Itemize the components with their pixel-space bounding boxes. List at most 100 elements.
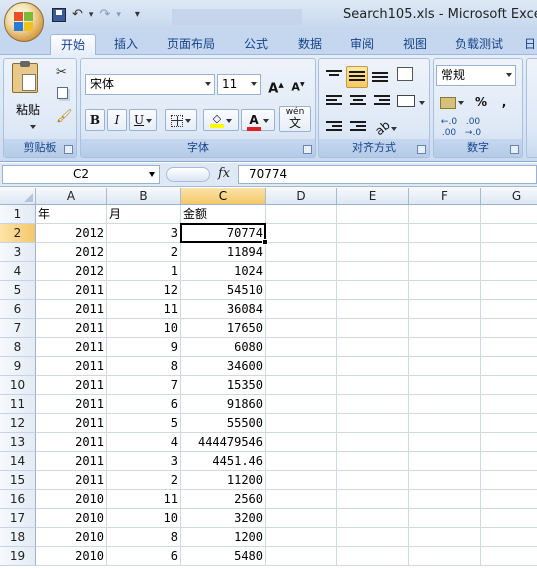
cell-g13[interactable] bbox=[481, 433, 537, 452]
alignment-launcher-icon[interactable] bbox=[417, 145, 426, 154]
cell-f9[interactable] bbox=[409, 357, 481, 376]
cell-b6[interactable]: 11 bbox=[107, 300, 181, 319]
cell-c17[interactable]: 3200 bbox=[181, 509, 266, 528]
cell-e15[interactable] bbox=[337, 471, 409, 490]
tab-more[interactable]: 日 bbox=[520, 34, 537, 55]
column-header-d[interactable]: D bbox=[266, 188, 337, 205]
cell-b1[interactable]: 月 bbox=[107, 205, 181, 224]
row-header[interactable]: 16 bbox=[0, 490, 36, 509]
clipboard-launcher-icon[interactable] bbox=[64, 145, 73, 154]
cell-a2[interactable]: 2012 bbox=[36, 224, 107, 243]
font-color-button[interactable]: A bbox=[241, 109, 275, 131]
cell-a13[interactable]: 2011 bbox=[36, 433, 107, 452]
cell-b14[interactable]: 3 bbox=[107, 452, 181, 471]
cell-c1[interactable]: 金额 bbox=[181, 205, 266, 224]
redo-dropdown-icon[interactable]: ▾ bbox=[116, 7, 121, 23]
paste-label[interactable]: 粘贴 bbox=[16, 101, 40, 118]
tab-view[interactable]: 视图 bbox=[393, 34, 437, 55]
cell-c4[interactable]: 1024 bbox=[181, 262, 266, 281]
cell-a18[interactable]: 2010 bbox=[36, 528, 107, 547]
comma-style-button[interactable]: , bbox=[494, 91, 514, 113]
row-header[interactable]: 3 bbox=[0, 243, 36, 262]
customize-qat-button[interactable]: ▾ bbox=[135, 7, 140, 23]
cell-b3[interactable]: 2 bbox=[107, 243, 181, 262]
cell-b15[interactable]: 2 bbox=[107, 471, 181, 490]
row-header[interactable]: 19 bbox=[0, 547, 36, 566]
cell-g11[interactable] bbox=[481, 395, 537, 414]
cell-a16[interactable]: 2010 bbox=[36, 490, 107, 509]
cell-d10[interactable] bbox=[266, 376, 337, 395]
cell-g6[interactable] bbox=[481, 300, 537, 319]
cell-f12[interactable] bbox=[409, 414, 481, 433]
cell-d5[interactable] bbox=[266, 281, 337, 300]
cell-b2[interactable]: 3 bbox=[107, 224, 181, 243]
cell-f11[interactable] bbox=[409, 395, 481, 414]
cell-e7[interactable] bbox=[337, 319, 409, 338]
cut-icon[interactable]: ✂ bbox=[56, 65, 67, 80]
font-name-combo[interactable]: 宋体 bbox=[85, 74, 215, 95]
font-launcher-icon[interactable] bbox=[303, 145, 312, 154]
cell-a11[interactable]: 2011 bbox=[36, 395, 107, 414]
cell-a3[interactable]: 2012 bbox=[36, 243, 107, 262]
cell-e14[interactable] bbox=[337, 452, 409, 471]
align-top-icon[interactable] bbox=[326, 70, 342, 82]
cell-g18[interactable] bbox=[481, 528, 537, 547]
cell-e11[interactable] bbox=[337, 395, 409, 414]
cell-a5[interactable]: 2011 bbox=[36, 281, 107, 300]
row-header[interactable]: 6 bbox=[0, 300, 36, 319]
tab-review[interactable]: 审阅 bbox=[340, 34, 384, 55]
cell-g15[interactable] bbox=[481, 471, 537, 490]
cell-d7[interactable] bbox=[266, 319, 337, 338]
cell-f18[interactable] bbox=[409, 528, 481, 547]
row-header[interactable]: 15 bbox=[0, 471, 36, 490]
cell-g12[interactable] bbox=[481, 414, 537, 433]
cell-d2[interactable] bbox=[266, 224, 337, 243]
column-header-a[interactable]: A bbox=[36, 188, 107, 205]
tab-page-layout[interactable]: 页面布局 bbox=[158, 34, 224, 55]
cell-b18[interactable]: 8 bbox=[107, 528, 181, 547]
cell-f19[interactable] bbox=[409, 547, 481, 566]
cell-c9[interactable]: 34600 bbox=[181, 357, 266, 376]
align-bottom-icon[interactable] bbox=[372, 72, 388, 84]
cell-c19[interactable]: 5480 bbox=[181, 547, 266, 566]
cell-c7[interactable]: 17650 bbox=[181, 319, 266, 338]
cell-g19[interactable] bbox=[481, 547, 537, 566]
cell-d19[interactable] bbox=[266, 547, 337, 566]
row-header[interactable]: 5 bbox=[0, 281, 36, 300]
align-left-icon[interactable] bbox=[326, 95, 342, 107]
save-icon[interactable] bbox=[52, 8, 66, 22]
name-box[interactable]: C2 bbox=[2, 165, 160, 184]
cell-d1[interactable] bbox=[266, 205, 337, 224]
redo-icon[interactable]: ↷ bbox=[99, 7, 110, 23]
cell-f1[interactable] bbox=[409, 205, 481, 224]
cell-e18[interactable] bbox=[337, 528, 409, 547]
cell-g14[interactable] bbox=[481, 452, 537, 471]
cell-e4[interactable] bbox=[337, 262, 409, 281]
text-direction-button[interactable]: ab bbox=[371, 117, 401, 139]
cell-g4[interactable] bbox=[481, 262, 537, 281]
row-header[interactable]: 1 bbox=[0, 205, 36, 224]
row-header[interactable]: 11 bbox=[0, 395, 36, 414]
column-header-b[interactable]: B bbox=[107, 188, 181, 205]
cell-e13[interactable] bbox=[337, 433, 409, 452]
cell-g8[interactable] bbox=[481, 338, 537, 357]
number-launcher-icon[interactable] bbox=[510, 145, 519, 154]
insert-function-icon[interactable]: fx bbox=[218, 166, 230, 181]
office-button[interactable] bbox=[4, 2, 44, 42]
phonetic-button[interactable]: wén 文 bbox=[279, 106, 311, 132]
row-header[interactable]: 13 bbox=[0, 433, 36, 452]
cell-g3[interactable] bbox=[481, 243, 537, 262]
cell-b7[interactable]: 10 bbox=[107, 319, 181, 338]
cell-e9[interactable] bbox=[337, 357, 409, 376]
cell-f10[interactable] bbox=[409, 376, 481, 395]
cell-f15[interactable] bbox=[409, 471, 481, 490]
italic-button[interactable]: I bbox=[107, 109, 127, 131]
cell-f5[interactable] bbox=[409, 281, 481, 300]
cell-a15[interactable]: 2011 bbox=[36, 471, 107, 490]
cell-e2[interactable] bbox=[337, 224, 409, 243]
cell-c8[interactable]: 6080 bbox=[181, 338, 266, 357]
undo-icon[interactable]: ↶ bbox=[72, 7, 83, 23]
row-header[interactable]: 9 bbox=[0, 357, 36, 376]
row-header[interactable]: 18 bbox=[0, 528, 36, 547]
cell-f14[interactable] bbox=[409, 452, 481, 471]
